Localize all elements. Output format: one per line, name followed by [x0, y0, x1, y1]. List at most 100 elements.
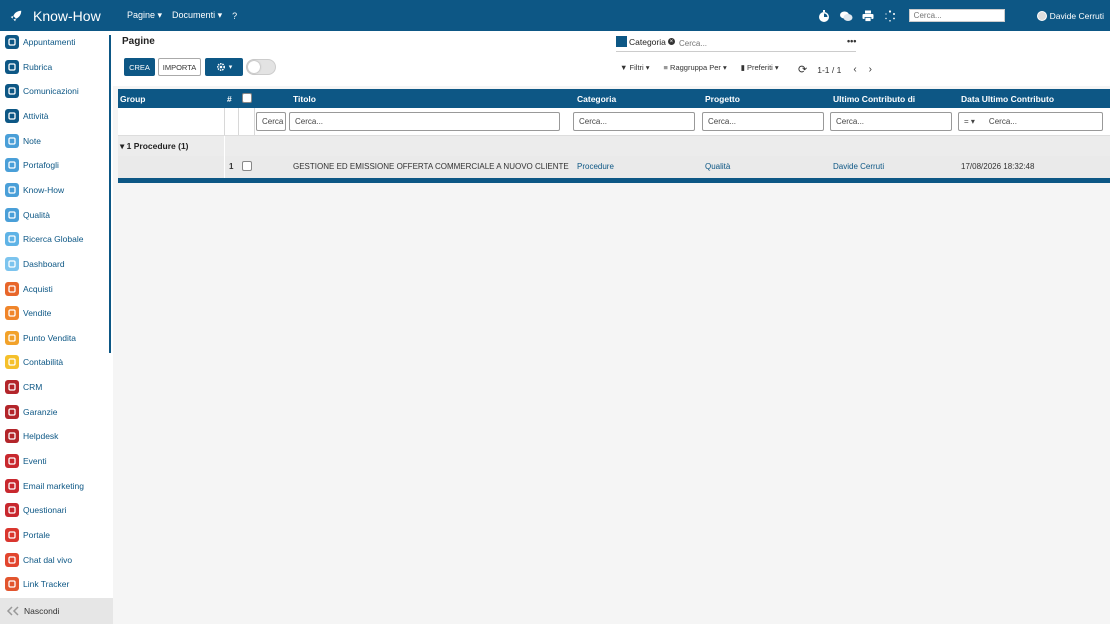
sidebar-item-comunicazioni[interactable]: Comunicazioni	[5, 82, 79, 100]
address-book-icon	[5, 59, 19, 74]
sidebar-item-label: Acquisti	[23, 283, 53, 294]
col-title[interactable]: Titolo	[293, 94, 316, 104]
filter-input-narrow[interactable]: Cerca	[256, 112, 286, 131]
sidebar-item-rubrica[interactable]: Rubrica	[5, 58, 52, 76]
menu-help[interactable]: ?	[232, 11, 237, 21]
actions-button[interactable]: ▾	[205, 58, 243, 76]
sidebar-item-know-how[interactable]: Know-How	[5, 181, 64, 199]
sidebar-item-email-marketing[interactable]: Email marketing	[5, 477, 84, 495]
sidebar-item-portale[interactable]: Portale	[5, 526, 50, 544]
filter-input-title[interactable]: Cerca...	[289, 112, 560, 131]
top-navbar: Know-How Pagine ▾ Documenti ▾ ? Davide C…	[0, 0, 1110, 31]
filter-input-date[interactable]: = ▾ Cerca...	[958, 112, 1103, 131]
search-options-button[interactable]: •••	[847, 36, 856, 46]
sidebar-scrollbar[interactable]	[109, 35, 111, 353]
col-project[interactable]: Progetto	[705, 94, 740, 104]
user-menu[interactable]: Davide Cerruti	[1036, 10, 1104, 21]
sidebar-item-eventi[interactable]: Eventi	[5, 452, 47, 470]
col-contributor[interactable]: Ultimo Contributo di	[833, 94, 915, 104]
group-row[interactable]: ▾ 1 Procedure (1)	[118, 136, 1110, 156]
sidebar-item-label: Dashboard	[23, 258, 65, 269]
view-toggle[interactable]	[246, 59, 276, 75]
link-icon	[5, 577, 19, 592]
bars-icon: ≡	[663, 63, 668, 72]
eye-icon	[5, 380, 19, 395]
create-button[interactable]: CREA	[124, 58, 155, 76]
sidebar-item-attivit-[interactable]: Attività	[5, 107, 49, 125]
top-right-tools: Davide Cerruti	[817, 0, 1110, 31]
sidebar-item-label: Vendite	[23, 308, 52, 319]
col-date[interactable]: Data Ultimo Contributo	[961, 94, 1054, 104]
menu-documenti[interactable]: Documenti ▾	[172, 10, 222, 21]
remove-facet-icon[interactable]: ×	[667, 38, 675, 45]
row-project[interactable]: Qualità	[705, 162, 730, 171]
chevron-right-icon[interactable]: ›	[869, 64, 872, 75]
sidebar-item-garanzie[interactable]: Garanzie	[5, 403, 58, 421]
date-operator-select[interactable]: = ▾	[964, 117, 975, 126]
shop-icon	[5, 330, 19, 345]
sidebar-item-label: Contabilità	[23, 357, 64, 368]
sidebar-item-link-tracker[interactable]: Link Tracker	[5, 575, 69, 593]
check-icon	[5, 108, 19, 123]
control-panel: Pagine CREA IMPORTA ▾ Categoria × ••• ▼ …	[113, 31, 1110, 86]
print-icon[interactable]	[861, 9, 875, 23]
col-category[interactable]: Categoria	[577, 94, 616, 104]
sidebar-item-appuntamenti[interactable]: Appuntamenti	[5, 33, 75, 51]
refresh-icon[interactable]: ⟳	[798, 63, 807, 76]
sidebar-item-questionari[interactable]: Questionari	[5, 501, 66, 519]
sidebar-item-portafogli[interactable]: Portafogli	[5, 156, 59, 174]
sidebar-item-ricerca-globale[interactable]: Ricerca Globale	[5, 230, 83, 248]
sidebar-item-dashboard[interactable]: Dashboard	[5, 255, 65, 273]
filter-input-contributor[interactable]: Cerca...	[830, 112, 952, 131]
row-date: 17/08/2026 18:32:48	[961, 162, 1035, 171]
filter-input-project[interactable]: Cerca...	[702, 112, 824, 131]
pager: ⟳ 1-1 / 1 ‹ ›	[798, 63, 872, 76]
sidebar-item-label: Eventi	[23, 456, 47, 467]
sidebar-item-chat-dal-vivo[interactable]: Chat dal vivo	[5, 551, 72, 569]
cart-icon	[5, 281, 19, 296]
col-group[interactable]: Group	[120, 94, 146, 104]
row-checkbox[interactable]	[242, 161, 252, 171]
sidebar-item-label: Note	[23, 135, 41, 146]
groupby-dropdown[interactable]: ≡ Raggruppa Per ▾	[664, 63, 727, 72]
sidebar-item-vendite[interactable]: Vendite	[5, 304, 51, 322]
sidebar-item-label: Link Tracker	[23, 579, 70, 590]
sidebar-item-punto-vendita[interactable]: Punto Vendita	[5, 329, 76, 347]
sidebar-item-label: Comunicazioni	[23, 86, 79, 97]
top-search-input[interactable]	[908, 9, 1005, 22]
sidebar-item-acquisti[interactable]: Acquisti	[5, 280, 53, 298]
filters-dropdown[interactable]: ▼ Filtri ▾	[620, 63, 650, 72]
import-button[interactable]: IMPORTA	[158, 58, 201, 76]
row-title[interactable]: GESTIONE ED EMISSIONE OFFERTA COMMERCIAL…	[293, 162, 569, 171]
sidebar-item-helpdesk[interactable]: Helpdesk	[5, 427, 58, 445]
row-contributor[interactable]: Davide Cerruti	[833, 162, 884, 171]
sidebar-hide-button[interactable]: Nascondi	[0, 598, 113, 624]
bulb-icon	[5, 182, 19, 197]
avatar	[1036, 10, 1047, 21]
row-number: 1	[229, 162, 234, 171]
sidebar-hide-label: Nascondi	[24, 606, 60, 616]
discuss-icon[interactable]	[839, 9, 853, 23]
portal-icon	[5, 528, 19, 542]
table-row[interactable]: 1 GESTIONE ED EMISSIONE OFFERTA COMMERCI…	[118, 156, 1110, 178]
menu-pagine[interactable]: Pagine ▾	[127, 10, 162, 21]
sidebar-item-crm[interactable]: CRM	[5, 378, 42, 396]
timer-icon[interactable]	[817, 9, 831, 23]
sidebar-item-label: Appuntamenti	[23, 37, 76, 47]
note-icon	[5, 133, 19, 148]
sidebar-item-note[interactable]: Note	[5, 132, 41, 150]
pager-value[interactable]: 1-1 / 1	[817, 65, 841, 75]
chevron-left-icon[interactable]: ‹	[853, 64, 856, 75]
row-category[interactable]: Procedure	[577, 162, 614, 171]
sidebar-item-qualit-[interactable]: Qualità	[5, 206, 50, 224]
sidebar-item-contabilit-[interactable]: Contabilità	[5, 353, 63, 371]
brand[interactable]: Know-How	[0, 8, 118, 24]
chat-icon	[5, 84, 19, 99]
shield-icon	[5, 404, 19, 419]
filter-input-category[interactable]: Cerca...	[573, 112, 695, 131]
search-facet-category[interactable]: Categoria ×	[616, 36, 675, 47]
calculator-icon	[5, 355, 19, 370]
favorites-dropdown[interactable]: ▮ Preferiti ▾	[741, 63, 779, 72]
search-input[interactable]	[679, 37, 839, 49]
select-all-checkbox[interactable]	[242, 93, 252, 103]
